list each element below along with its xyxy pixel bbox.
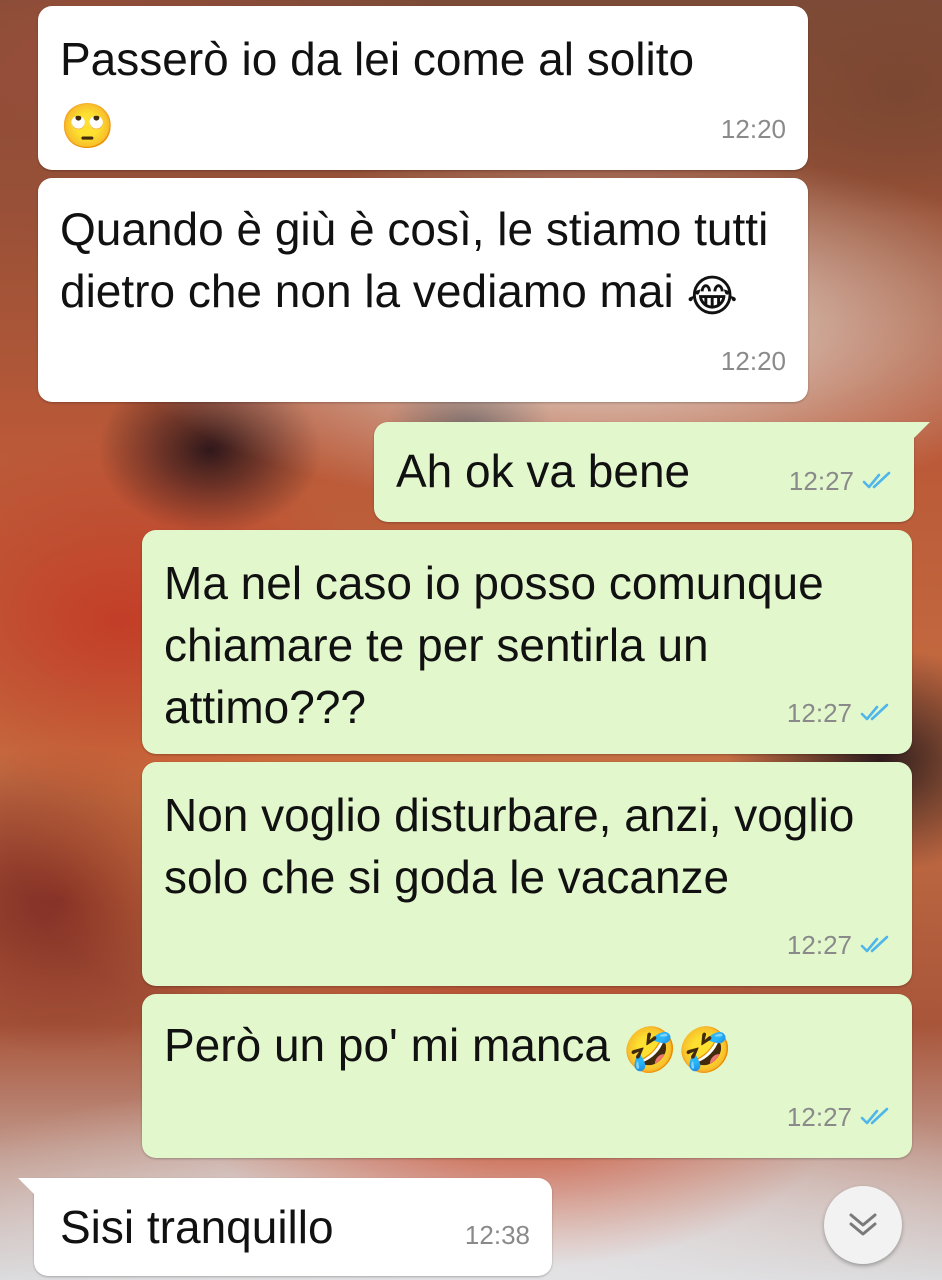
message-bubble-outgoing[interactable]: Però un po' mi manca 🤣🤣 12:27 <box>142 994 912 1158</box>
message-time: 12:20 <box>720 114 786 144</box>
message-text: Ma nel caso io posso comunque chiamare t… <box>164 557 837 733</box>
scroll-to-bottom-button[interactable] <box>824 1186 902 1264</box>
message-bubble-outgoing[interactable]: Ma nel caso io posso comunque chiamare t… <box>142 530 912 754</box>
message-meta: 12:38 <box>465 1204 530 1266</box>
double-check-icon <box>862 471 891 489</box>
message-bubble-incoming[interactable]: Quando è giù è così, le stiamo tutti die… <box>38 178 808 402</box>
message-meta: 12:27 <box>787 1086 890 1148</box>
rolling-on-floor-laughing-emoji: 🤣🤣 <box>622 1025 733 1076</box>
message-meta: 12:20 <box>721 98 786 160</box>
message-text: Non voglio disturbare, anzi, voglio solo… <box>164 789 868 903</box>
message-text: Però un po' mi manca 🤣🤣 <box>164 1019 733 1076</box>
face-with-rolling-eyes-emoji: 🙄 <box>60 101 115 152</box>
message-meta: 12:27 <box>787 682 890 744</box>
face-with-tears-of-joy-emoji: 😂 <box>686 271 738 322</box>
double-check-icon <box>860 935 889 953</box>
message-time: 12:27 <box>786 930 852 960</box>
message-bubble-incoming[interactable]: Passerò io da lei come al solito 🙄 12:20 <box>38 6 808 170</box>
message-meta: 12:20 <box>721 330 786 392</box>
message-bubble-outgoing[interactable]: Ah ok va bene 12:27 <box>374 422 930 522</box>
message-text: Quando è giù è così, le stiamo tutti die… <box>60 203 782 322</box>
message-time: 12:38 <box>464 1220 530 1250</box>
double-check-icon <box>860 1107 889 1125</box>
message-meta: 12:27 <box>789 450 892 512</box>
message-time: 12:27 <box>786 1102 852 1132</box>
message-bubble-outgoing[interactable]: Non voglio disturbare, anzi, voglio solo… <box>142 762 912 986</box>
message-meta: 12:27 <box>787 914 890 976</box>
message-time: 12:27 <box>788 466 854 496</box>
message-text: Sisi tranquillo <box>60 1201 334 1253</box>
double-chevron-down-icon <box>849 1213 877 1236</box>
message-time: 12:20 <box>720 346 786 376</box>
message-text: Passerò io da lei come al solito 🙄 <box>60 33 695 152</box>
double-check-icon <box>860 703 889 721</box>
message-bubble-incoming[interactable]: Sisi tranquillo 12:38 <box>18 1178 552 1276</box>
message-time: 12:27 <box>786 698 852 728</box>
